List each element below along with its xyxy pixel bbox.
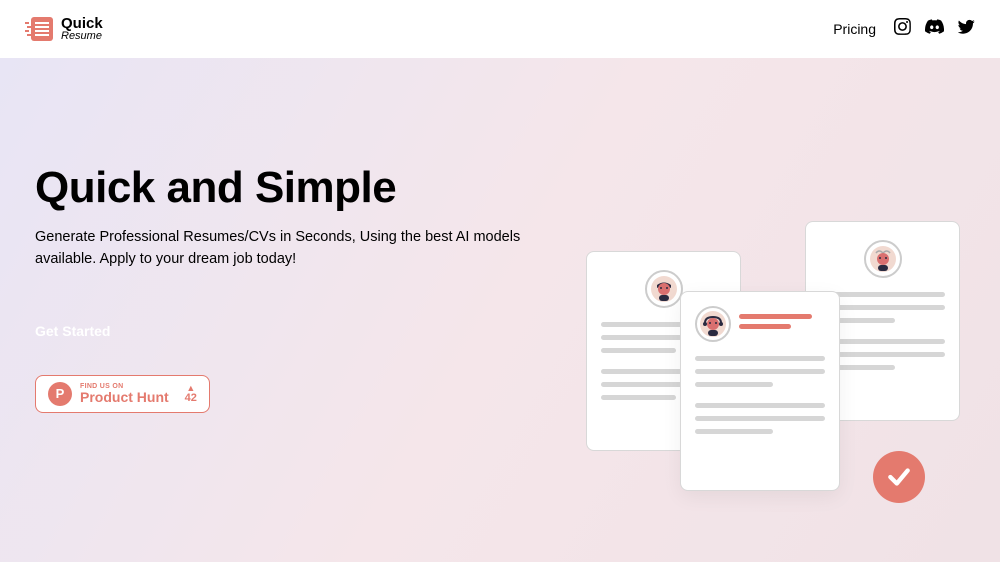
discord-icon bbox=[925, 17, 944, 36]
checkmark-icon bbox=[873, 451, 925, 503]
avatar-icon bbox=[645, 270, 683, 308]
discord-link[interactable] bbox=[925, 17, 944, 41]
product-hunt-vote-count: 42 bbox=[185, 393, 197, 404]
product-hunt-text: FIND US ON Product Hunt bbox=[80, 383, 169, 404]
logo-icon bbox=[25, 14, 55, 44]
hero-subtitle: Generate Professional Resumes/CVs in Sec… bbox=[35, 227, 547, 271]
social-icons bbox=[894, 17, 975, 41]
get-started-button[interactable]: Get Started bbox=[35, 311, 110, 351]
pricing-link[interactable]: Pricing bbox=[833, 21, 876, 37]
hero-title: Quick and Simple bbox=[35, 163, 547, 213]
hero-illustration bbox=[580, 153, 990, 533]
nav-right: Pricing bbox=[833, 17, 975, 41]
logo[interactable]: Quick Resume bbox=[25, 14, 103, 44]
avatar-icon bbox=[864, 240, 902, 278]
hero-section: Quick and Simple Generate Professional R… bbox=[0, 58, 1000, 562]
logo-text: Quick Resume bbox=[61, 16, 103, 42]
logo-text-bottom: Resume bbox=[61, 31, 103, 42]
instagram-link[interactable] bbox=[894, 18, 911, 40]
instagram-icon bbox=[894, 18, 911, 35]
product-hunt-icon: P bbox=[48, 382, 72, 406]
twitter-link[interactable] bbox=[958, 18, 975, 40]
twitter-icon bbox=[958, 18, 975, 35]
header: Quick Resume Pricing bbox=[0, 0, 1000, 58]
product-hunt-name: Product Hunt bbox=[80, 390, 169, 404]
product-hunt-badge[interactable]: P FIND US ON Product Hunt ▲ 42 bbox=[35, 375, 210, 413]
avatar-icon bbox=[695, 306, 731, 342]
resume-card-front bbox=[680, 291, 840, 491]
hero-content: Quick and Simple Generate Professional R… bbox=[35, 58, 547, 562]
product-hunt-votes: ▲ 42 bbox=[185, 384, 197, 404]
logo-text-top: Quick bbox=[61, 16, 103, 31]
